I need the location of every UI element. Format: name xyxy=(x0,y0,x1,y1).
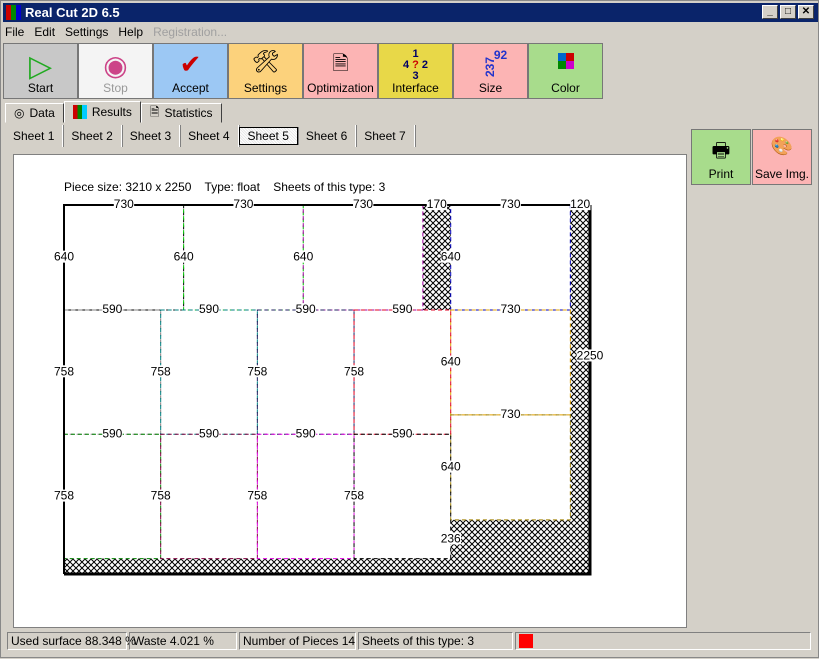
piece-width-label: 590 xyxy=(296,426,316,440)
waste-label: 120 xyxy=(570,197,590,211)
waste: Waste 4.021 % xyxy=(129,632,237,650)
piece-height-label: 640 xyxy=(54,250,74,264)
piece-width-label: 730 xyxy=(114,197,134,211)
print-button[interactable]: 🖶 Print xyxy=(691,129,751,185)
piece-width-label: 590 xyxy=(199,426,219,440)
piece xyxy=(183,204,304,311)
piece-width-label: 590 xyxy=(102,302,122,316)
piece-width-label: 590 xyxy=(392,302,412,316)
waste-label: 236 xyxy=(441,531,461,545)
save-image-icon: 🎨 xyxy=(770,136,794,156)
sheet-info: Piece size: 3210 x 2250 Type: float Shee… xyxy=(64,180,386,194)
save-image-button[interactable]: 🎨 Save Img. xyxy=(752,129,812,185)
piece-width-label: 590 xyxy=(199,302,219,316)
piece-width-label: 730 xyxy=(501,302,521,316)
waste-area xyxy=(450,519,571,559)
piece-height-label: 758 xyxy=(151,364,171,378)
sheet-border xyxy=(63,204,590,574)
piece-width-label: 590 xyxy=(102,426,122,440)
piece xyxy=(256,433,355,560)
piece-height-label: 758 xyxy=(151,489,171,503)
piece-height-label: 758 xyxy=(54,364,74,378)
piece-height-label: 758 xyxy=(54,489,74,503)
piece xyxy=(160,433,258,560)
status-indicator-panel xyxy=(515,632,811,650)
piece xyxy=(63,309,162,435)
piece-height-label: 640 xyxy=(441,460,461,474)
piece-width-label: 590 xyxy=(296,302,316,316)
piece-height-label: 758 xyxy=(344,364,364,378)
piece-width-label: 590 xyxy=(392,426,412,440)
save-label: Save Img. xyxy=(754,167,810,181)
piece-height-label: 640 xyxy=(293,250,313,264)
printer-icon: 🖶 xyxy=(711,140,731,162)
sheet-border-shadow xyxy=(64,205,592,576)
piece xyxy=(450,204,571,311)
waste-area xyxy=(570,205,590,574)
piece xyxy=(353,433,452,560)
sheet-height-label: 2250 xyxy=(577,348,604,362)
piece xyxy=(353,309,452,435)
waste-area xyxy=(64,558,590,574)
piece-width-label: 730 xyxy=(353,197,373,211)
piece-height-label: 640 xyxy=(441,355,461,369)
piece-width-label: 730 xyxy=(233,197,253,211)
piece-width-label: 730 xyxy=(501,197,521,211)
piece-height-label: 640 xyxy=(441,250,461,264)
sheets-of-type: Sheets of this type: 3 xyxy=(358,632,513,650)
used-surface: Used surface 88.348 % xyxy=(7,632,136,650)
piece xyxy=(302,204,424,311)
piece xyxy=(63,433,162,560)
piece-height-label: 758 xyxy=(247,364,267,378)
piece xyxy=(450,309,571,416)
status-indicator xyxy=(519,634,533,648)
piece xyxy=(63,204,185,311)
piece xyxy=(256,309,355,435)
cutting-plan: Piece size: 3210 x 2250 Type: float Shee… xyxy=(53,180,604,576)
piece-width-label: 730 xyxy=(501,407,521,421)
piece-height-label: 758 xyxy=(344,489,364,503)
piece xyxy=(450,414,571,521)
piece-height-label: 640 xyxy=(174,250,194,264)
waste-label: 170 xyxy=(427,197,447,211)
number-of-pieces: Number of Pieces 14 xyxy=(239,632,356,650)
piece xyxy=(160,309,258,435)
piece-height-label: 758 xyxy=(247,489,267,503)
status-bar: Used surface 88.348 % Waste 4.021 % Numb… xyxy=(7,632,811,650)
